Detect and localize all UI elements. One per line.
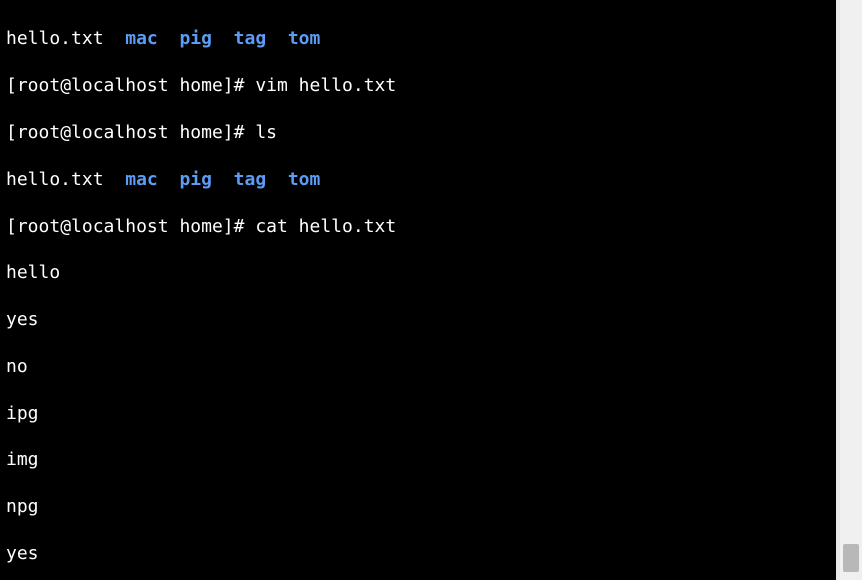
ls-file: hello.txt <box>6 28 104 49</box>
output-line: yes <box>6 308 830 331</box>
prompt-symbol: # <box>234 75 245 96</box>
prompt-cwd: home <box>179 75 222 96</box>
ls-dir: mac <box>125 28 158 49</box>
ls-dir: tom <box>288 169 321 190</box>
output-line: yes <box>6 542 830 565</box>
ls-output-line: hello.txt mac pig tag tom <box>6 27 830 50</box>
terminal[interactable]: hello.txt mac pig tag tom [root@localhos… <box>0 0 836 580</box>
output-line: hello <box>6 261 830 284</box>
output-line: ipg <box>6 402 830 425</box>
prompt-line: [root@localhost home]# vim hello.txt <box>6 74 830 97</box>
scrollbar-thumb[interactable] <box>843 544 859 572</box>
scrollbar-track[interactable] <box>840 0 862 580</box>
ls-dir: tom <box>288 28 321 49</box>
output-line: npg <box>6 495 830 518</box>
command-text: cat hello.txt <box>255 216 396 237</box>
ls-dir: pig <box>179 28 212 49</box>
ls-dir: mac <box>125 169 158 190</box>
ls-dir: pig <box>179 169 212 190</box>
ls-file: hello.txt <box>6 169 104 190</box>
ls-dir: tag <box>234 169 267 190</box>
ls-output-line: hello.txt mac pig tag tom <box>6 168 830 191</box>
ls-dir: tag <box>234 28 267 49</box>
prompt-line: [root@localhost home]# ls <box>6 121 830 144</box>
output-line: img <box>6 448 830 471</box>
prompt-user: root <box>17 75 60 96</box>
output-line: no <box>6 355 830 378</box>
prompt-line: [root@localhost home]# cat hello.txt <box>6 215 830 238</box>
prompt-host: localhost <box>71 75 169 96</box>
command-text: ls <box>255 122 277 143</box>
command-text: vim hello.txt <box>255 75 396 96</box>
